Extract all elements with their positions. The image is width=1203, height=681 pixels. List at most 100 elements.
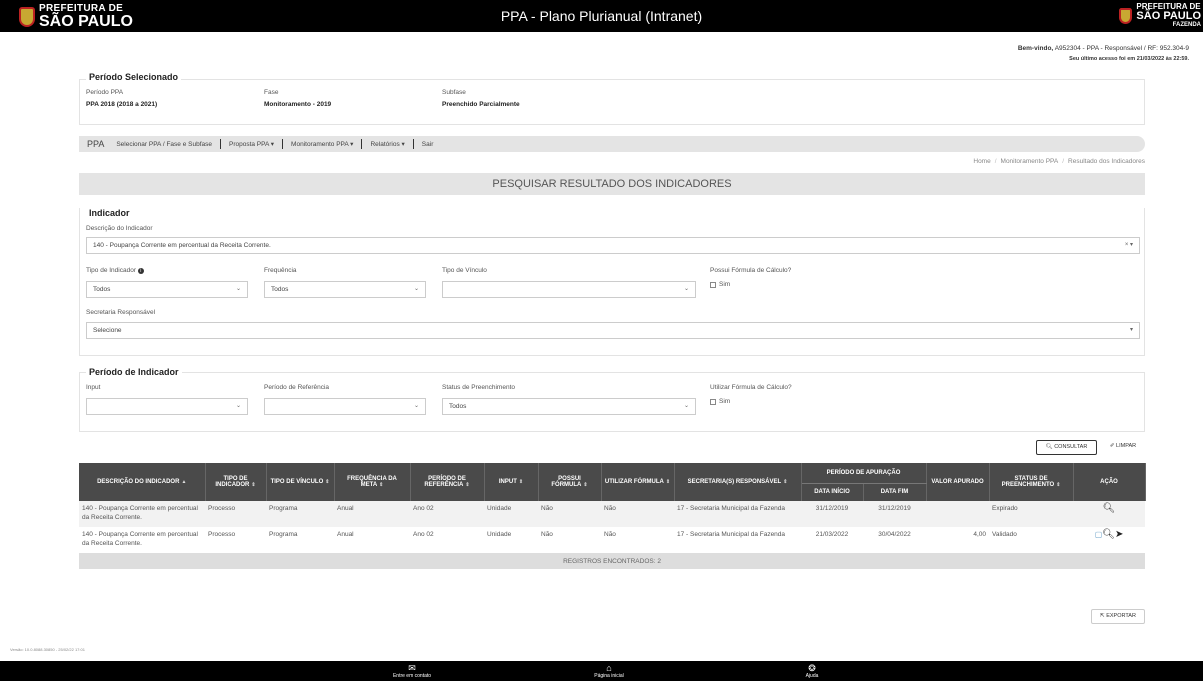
breadcrumb-monitoramento[interactable]: Monitoramento PPA [1001,158,1059,165]
checkbox-icon[interactable] [710,281,716,288]
col-data-fim: DATA FIM [863,483,927,501]
view-search-icon[interactable]: 🔍︎ [1102,529,1115,540]
col-tipo-vinculo[interactable]: TIPO DE VÍNCULO ⇕ [266,463,335,501]
inicial-label: Página inicial [594,673,624,679]
descricao-select[interactable]: 140 - Poupança Corrente em percentual da… [86,237,1140,254]
cell-possui: Não [538,501,601,527]
chevron-down-icon: ⌄ [683,286,689,292]
exportar-label: EXPORTAR [1106,613,1136,619]
cell-input: Unidade [484,527,538,553]
version-text: Versão: 10.0.8088.30850 - 25/02/22 17:01 [10,647,85,652]
descricao-label: Descrição do Indicador [86,225,153,232]
indicador-panel: Indicador Descrição do Indicador 140 - P… [79,208,1145,356]
play-arrow-icon[interactable]: ➤ [1115,529,1123,540]
nav-proposta-ppa[interactable]: Proposta PPA ▾ [229,140,274,148]
periodo-selecionado-panel: Período Selecionado Período PPA PPA 2018… [79,72,1145,125]
cell-acao: 🔍︎ [1073,501,1146,527]
ppa-label: Período PPA [86,89,124,96]
nav-monitoramento-ppa[interactable]: Monitoramento PPA ▾ [291,140,353,148]
formula-checkbox[interactable]: Sim [710,281,730,288]
input-select[interactable]: ⌄ [86,398,248,415]
page-title: PESQUISAR RESULTADO DOS INDICADORES [79,173,1145,195]
last-access: Seu último acesso foi em 21/03/2022 às 2… [1069,56,1189,62]
panel-title: Período Selecionado [86,72,182,82]
panel-title: Indicador [86,208,133,218]
cell-frequencia: Anual [334,501,410,527]
chevron-down-icon: ⌄ [413,286,419,292]
col-utilizar[interactable]: UTILIZAR FÓRMULA ⇕ [601,463,675,501]
nav-separator [282,139,284,149]
panel-title: Período de Indicador [86,367,182,377]
ppa-value: PPA 2018 (2018 a 2021) [86,101,158,108]
sort-icon: ⇕ [665,479,671,485]
tipo-indicador-label: Tipo de Indicador i [86,267,144,274]
referencia-select[interactable]: ⌄ [264,398,426,415]
view-search-icon[interactable]: 🔍︎ [1103,503,1116,514]
footer-bar: ✉ Entre em contato ⌂ Página inicial ❂ Ajuda [0,661,1203,681]
sort-icon: ⇕ [783,479,788,485]
referencia-label: Período de Referência [264,384,330,391]
col-descricao[interactable]: DESCRIÇÃO DO INDICADOR ▲ [79,463,206,501]
cell-data-fim: 30/04/2022 [863,527,927,553]
cell-utilizar: Não [601,527,674,553]
nav-sair[interactable]: Sair [422,141,434,148]
col-periodo-ref[interactable]: PERÍODO DE REFERÊNCIA ⇕ [410,463,485,501]
table-row: 140 - Poupança Corrente em percentual da… [79,527,1146,553]
utilizar-checkbox[interactable]: Sim [710,398,730,405]
cell-secretaria: 17 - Secretaria Municipal da Fazenda [674,527,801,553]
col-input-label: INPUT [498,479,517,485]
breadcrumb-home[interactable]: Home [973,158,990,165]
cell-data-fim: 31/12/2019 [863,501,927,527]
contato-link[interactable]: ✉ Entre em contato [382,664,442,680]
vinculo-select[interactable]: ⌄ [442,281,696,298]
welcome-text: Bem-vindo, [1017,45,1054,52]
tipo-indicador-select[interactable]: Todos ⌄ [86,281,248,298]
col-possui-label: POSSUI FÓRMULA [551,476,582,488]
consultar-label: CONSULTAR [1054,444,1088,450]
input-label: Input [86,384,101,391]
col-possui[interactable]: POSSUI FÓRMULA ⇕ [538,463,602,501]
home-link[interactable]: ⌂ Página inicial [579,664,639,680]
frequencia-value: Todos [271,286,289,293]
col-status[interactable]: STATUS DE PREENCHIMENTO ⇕ [989,463,1074,501]
checkbox-icon[interactable] [710,398,716,405]
results-table: DESCRIÇÃO DO INDICADOR ▲ TIPO DE INDICADO… [79,463,1146,569]
exportar-button[interactable]: ⇱ EXPORTAR [1091,609,1145,624]
sort-icon: ⇕ [518,479,524,485]
cell-descricao: 140 - Poupança Corrente em percentual da… [79,527,205,553]
cell-utilizar: Não [601,501,674,527]
ajuda-label: Ajuda [805,673,819,679]
export-icon: ⇱ [1100,613,1105,619]
col-input[interactable]: INPUT ⇕ [484,463,539,501]
status-select[interactable]: Todos ⌄ [442,398,696,415]
info-icon[interactable]: i [137,268,144,274]
cell-possui: Não [538,527,601,553]
sort-icon: ⇕ [1056,482,1061,488]
coat-of-arms-icon [1119,7,1133,24]
sort-icon: ⇕ [379,482,384,488]
secretaria-select[interactable]: Selecione ▾ [86,322,1140,339]
col-tipo-indicador[interactable]: TIPO DE INDICADOR ⇕ [205,463,267,501]
col-periodo-apuracao: PERÍODO DE APURAÇÃO [801,463,927,484]
frequencia-select[interactable]: Todos ⌄ [264,281,426,298]
col-acao: AÇÃO [1073,463,1146,501]
limpar-button[interactable]: ✐ LIMPAR [1101,440,1145,455]
col-frequencia[interactable]: FREQUÊNCIA DA META ⇕ [334,463,411,501]
records-count: REGISTROS ENCONTRADOS: 2 [79,553,1146,569]
fase-value: Monitoramento - 2019 [264,101,332,108]
cell-frequencia: Anual [334,527,410,553]
sort-icon: ⇕ [583,482,588,488]
consultar-button[interactable]: 🔍︎ CONSULTAR [1036,440,1097,455]
secretaria-value: Selecione [93,327,122,334]
clear-chevron-icon[interactable]: × ▾ [1125,238,1133,253]
nav-relatorios[interactable]: Relatórios ▾ [370,140,404,148]
cell-status: Validado [989,527,1074,553]
secretaria-label: Secretaria Responsável [86,309,156,316]
cell-periodo: Ano 02 [410,501,484,527]
col-valor: VALOR APURADO [926,463,990,501]
nav-selecionar-ppa[interactable]: Selecionar PPA / Fase e Subfase [116,141,212,148]
col-secretaria[interactable]: SECRETARIA(S) RESPONSÁVEL ⇕ [674,463,802,501]
ajuda-link[interactable]: ❂ Ajuda [782,664,842,680]
nav-brand[interactable]: PPA [87,139,104,149]
table-row: 140 - Poupança Corrente em percentual da… [79,501,1146,527]
